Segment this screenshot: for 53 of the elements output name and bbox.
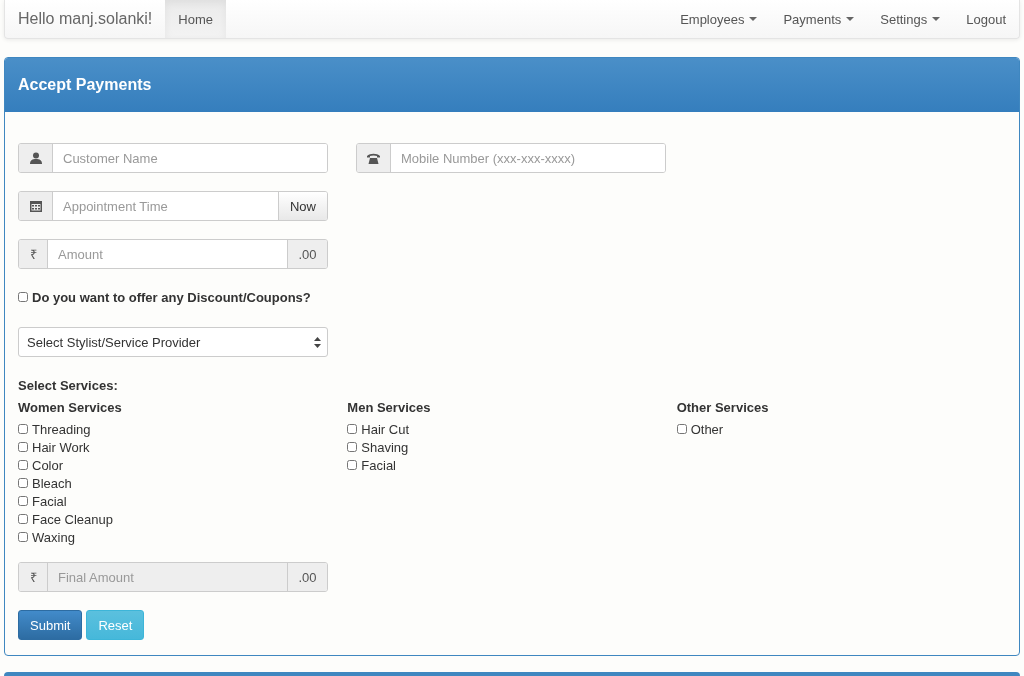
service-checkbox[interactable] (18, 478, 28, 488)
service-label: Threading (32, 421, 91, 437)
service-checkbox[interactable] (18, 532, 28, 542)
service-checkbox[interactable] (347, 442, 358, 452)
amount-field[interactable]: ₹ Amount .00 (18, 239, 328, 269)
service-label: Bleach (32, 475, 72, 491)
service-label: Facial (361, 457, 396, 473)
input-group[interactable]: Appointment Time Now (18, 191, 328, 221)
service-checkbox[interactable] (18, 514, 28, 524)
service-checkbox[interactable] (18, 460, 28, 470)
panel-title: Accept Payments (18, 76, 152, 94)
rupee-addon: ₹ (19, 240, 48, 268)
discount-checkbox[interactable] (18, 292, 28, 302)
service-label: Face Cleanup (32, 511, 113, 527)
service-checkbox[interactable] (18, 496, 28, 506)
nav-link[interactable]: Home (165, 0, 226, 38)
brand-link[interactable]: Hello manj.solanki! (5, 0, 166, 38)
nav-link[interactable]: Employees (667, 0, 771, 38)
input-group[interactable]: Mobile Number (xxx-xxx-xxxx) (356, 143, 666, 173)
input-group[interactable]: Customer Name (18, 143, 328, 173)
service-group-title: Other Services (676, 400, 770, 415)
phone-icon (367, 152, 380, 164)
service-group-title: Men Services (347, 400, 432, 415)
service-checkbox[interactable] (676, 424, 687, 434)
nav-link[interactable]: Settings (867, 0, 954, 38)
service-label: Shaving (361, 439, 409, 455)
calendar-icon (29, 200, 42, 212)
service-label: Other (690, 421, 724, 437)
user-icon (29, 152, 42, 164)
services-label: Select Services: (18, 378, 119, 393)
service-label: Waxing (32, 529, 75, 545)
nav-link[interactable]: Logout (953, 0, 1019, 38)
service-checkbox[interactable] (347, 460, 358, 470)
discount-label: Do you want to offer any Discount/Coupons? (32, 289, 311, 305)
nav-link[interactable]: Payments (770, 0, 868, 38)
caret-icon (749, 17, 758, 21)
rupee-addon: ₹ (19, 563, 48, 591)
decimal-addon: .00 (287, 563, 327, 591)
service-checkbox[interactable] (18, 424, 28, 434)
caret-icon (932, 17, 941, 21)
caret-icon (846, 17, 855, 21)
service-group-title: Women Services (18, 400, 123, 415)
service-checkbox[interactable] (347, 424, 358, 434)
service-label: Hair Cut (361, 421, 409, 437)
sort-arrows-icon (314, 336, 321, 348)
now-button[interactable]: Now (278, 192, 327, 220)
submit-button[interactable]: Submit (18, 610, 83, 640)
stylist-select[interactable]: Select Stylist/Service Provider (18, 327, 328, 357)
service-label: Color (32, 457, 64, 473)
service-checkbox[interactable] (18, 442, 28, 452)
service-label: Hair Work (32, 439, 90, 455)
decimal-addon: .00 (287, 240, 327, 268)
service-label: Facial (32, 493, 67, 509)
